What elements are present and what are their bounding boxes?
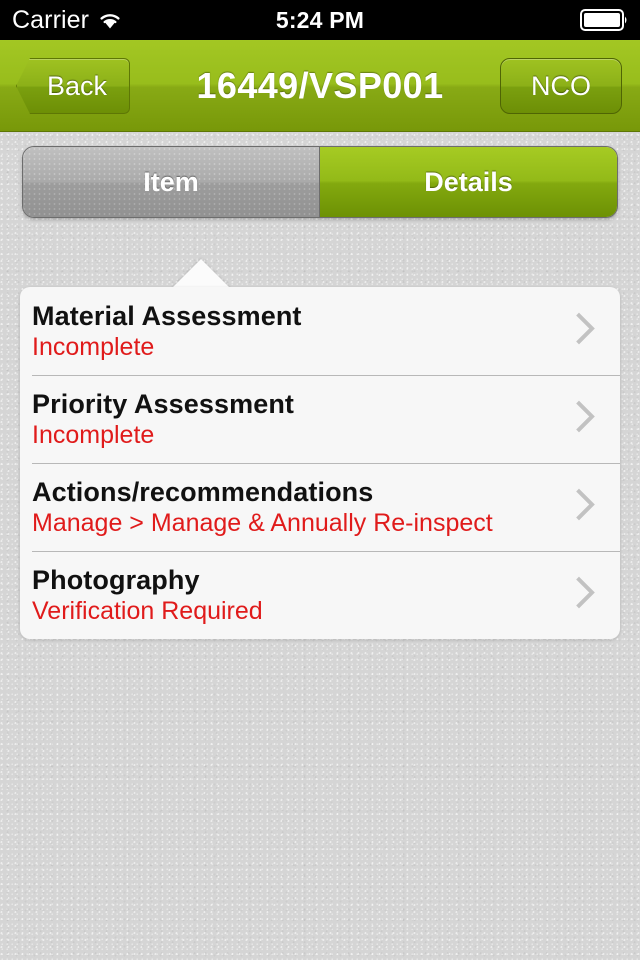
app-screen: Carrier 5:24 PM Back 16449/VSP001 NCO It… — [0, 0, 640, 960]
status-bar: Carrier 5:24 PM — [0, 0, 640, 40]
nco-button[interactable]: NCO — [500, 58, 622, 114]
list-item-status: Incomplete — [32, 333, 155, 361]
list-item[interactable]: Photography Verification Required — [20, 551, 620, 639]
list-item-title: Actions/recommendations — [32, 477, 374, 507]
tab-details-label: Details — [424, 166, 513, 197]
tab-details[interactable]: Details — [320, 147, 617, 217]
status-bar-right — [580, 0, 630, 40]
list-item-title: Material Assessment — [32, 301, 302, 331]
clock-label: 5:24 PM — [275, 6, 365, 33]
list-item[interactable]: Actions/recommendations Manage > Manage … — [20, 463, 620, 551]
nco-button-label: NCO — [531, 70, 591, 101]
list-item[interactable]: Priority Assessment Incomplete — [20, 375, 620, 463]
list-item-status: Verification Required — [32, 597, 263, 625]
list-item-status: Manage > Manage & Annually Re-inspect — [32, 509, 493, 537]
chevron-right-icon — [574, 397, 598, 442]
list-item-title: Photography — [32, 565, 200, 595]
chevron-right-icon — [574, 573, 598, 618]
chevron-right-icon — [574, 309, 598, 354]
list-item-title: Priority Assessment — [32, 389, 295, 419]
list-item-status: Incomplete — [32, 421, 155, 449]
card-caret-indicator — [171, 259, 231, 289]
details-list-card: Material Assessment Incomplete Priority … — [20, 287, 620, 639]
list-item[interactable]: Material Assessment Incomplete — [20, 287, 620, 375]
chevron-right-icon — [574, 485, 598, 530]
battery-full-icon — [580, 8, 630, 32]
segmented-control[interactable]: Item Details — [22, 146, 618, 218]
navigation-bar: Back 16449/VSP001 NCO — [0, 40, 640, 132]
tab-item[interactable]: Item — [23, 147, 320, 217]
tab-item-label: Item — [143, 166, 199, 197]
